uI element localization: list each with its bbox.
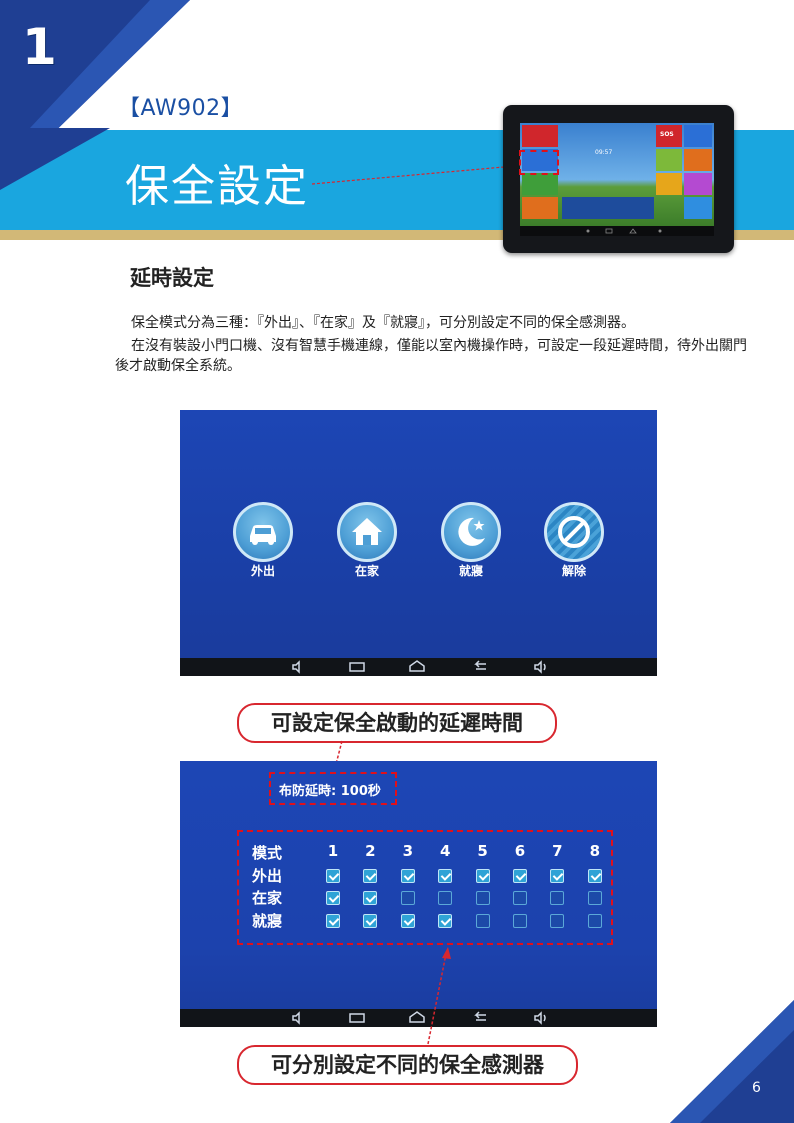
disarm-icon — [558, 516, 590, 548]
chapter-number: 1 — [22, 18, 57, 76]
tablet-tile — [522, 197, 558, 219]
tablet-device-image: 09:57 SOS — [503, 105, 734, 253]
sleep-mode-button[interactable] — [441, 502, 501, 562]
sensor-checkbox[interactable] — [400, 868, 415, 883]
sensor-checkbox[interactable] — [513, 913, 527, 928]
sensor-checkbox[interactable] — [513, 891, 527, 905]
sensor-checkbox[interactable] — [400, 913, 415, 928]
grid-column-header: 5 — [477, 842, 488, 860]
sensor-checkbox[interactable] — [438, 913, 453, 928]
disarm-mode-button[interactable] — [544, 502, 604, 562]
tablet-tile — [522, 173, 558, 195]
sensor-checkbox[interactable] — [326, 891, 340, 905]
grid-column-header: 2 — [365, 842, 376, 860]
arm-delay-setting[interactable]: 布防延時: 100秒 — [279, 780, 381, 799]
tablet-tile — [684, 125, 712, 147]
mode-select-screenshot: 外出 在家 就寢 解除 — [180, 410, 657, 676]
grid-row-label: 在家 — [252, 889, 283, 907]
grid-row-label: 外出 — [252, 866, 283, 885]
grid-column-header: 8 — [589, 842, 601, 860]
tablet-navbar — [520, 226, 714, 236]
sensor-checkbox[interactable] — [326, 913, 340, 928]
tablet-tile — [684, 197, 712, 219]
tablet-tile — [656, 149, 682, 171]
sensor-checkbox[interactable] — [475, 891, 490, 905]
sensor-checkbox[interactable] — [550, 891, 565, 905]
sensor-checkbox[interactable] — [400, 891, 415, 905]
section-heading: 延時設定 — [130, 266, 214, 290]
title-band-triangle — [0, 128, 110, 190]
sensor-checkbox[interactable] — [326, 868, 340, 883]
sensor-checkbox[interactable] — [550, 868, 565, 883]
grid-column-header: 6 — [514, 842, 526, 860]
moon-icon — [458, 517, 485, 546]
tablet-tile — [656, 173, 682, 195]
tablet-tile — [522, 125, 558, 147]
page-title: 保全設定 — [125, 161, 309, 212]
grid-header-label: 模式 — [252, 844, 283, 862]
mode-label: 解除 — [561, 564, 586, 578]
android-nav-bar — [180, 658, 657, 676]
tablet-tile — [562, 197, 654, 219]
sensor-checkbox[interactable] — [363, 868, 378, 883]
tablet-clock: 09:57 — [595, 149, 613, 156]
tablet-highlight-box — [519, 150, 559, 175]
corner-triangle-decoration — [670, 1000, 794, 1123]
mode-label: 就寢 — [458, 564, 483, 578]
sensor-callout: 可分別設定不同的保全感測器 — [237, 1045, 578, 1085]
mode-label: 外出 — [250, 564, 275, 578]
grid-column-header: 1 — [327, 842, 339, 860]
away-mode-button[interactable] — [233, 502, 293, 562]
page-number: 6 — [752, 1080, 761, 1096]
sensor-checkbox[interactable] — [587, 913, 602, 928]
sensor-checkbox[interactable] — [438, 891, 453, 905]
tablet-tile — [684, 149, 712, 171]
tablet-tile — [684, 173, 712, 195]
grid-column-header: 3 — [402, 842, 414, 860]
sensor-checkbox[interactable] — [475, 868, 490, 883]
tablet-sos-label: SOS — [660, 131, 674, 138]
grid-column-header: 4 — [439, 842, 451, 860]
sensor-checkbox[interactable] — [550, 913, 565, 928]
sensor-checkbox[interactable] — [438, 868, 453, 883]
paragraph-delay: 在沒有裝設小門口機、沒有智慧手機連線，僅能以室內機操作時，可設定一段延遲時間，待… — [115, 338, 747, 374]
home-mode-button[interactable] — [337, 502, 397, 562]
pointer-line — [311, 163, 516, 185]
sensor-checkbox[interactable] — [513, 868, 527, 883]
delay-callout: 可設定保全啟動的延遲時間 — [237, 703, 557, 743]
sensor-checkbox[interactable] — [587, 868, 602, 883]
car-icon — [250, 525, 276, 545]
house-icon — [352, 518, 382, 545]
grid-row-label: 就寢 — [252, 911, 283, 930]
model-tag: 【AW902】 — [118, 96, 244, 121]
mode-label: 在家 — [354, 564, 379, 578]
sensor-checkbox[interactable] — [363, 891, 378, 905]
callout-connector — [427, 947, 451, 1045]
paragraph-modes: 保全模式分為三種：『外出』、『在家』及『就寢』，可分別設定不同的保全感測器。 — [131, 315, 635, 331]
sensor-checkbox[interactable] — [475, 913, 490, 928]
sensor-checkbox[interactable] — [363, 913, 378, 928]
sensor-checkbox[interactable] — [587, 891, 602, 905]
grid-column-header: 7 — [552, 842, 563, 860]
